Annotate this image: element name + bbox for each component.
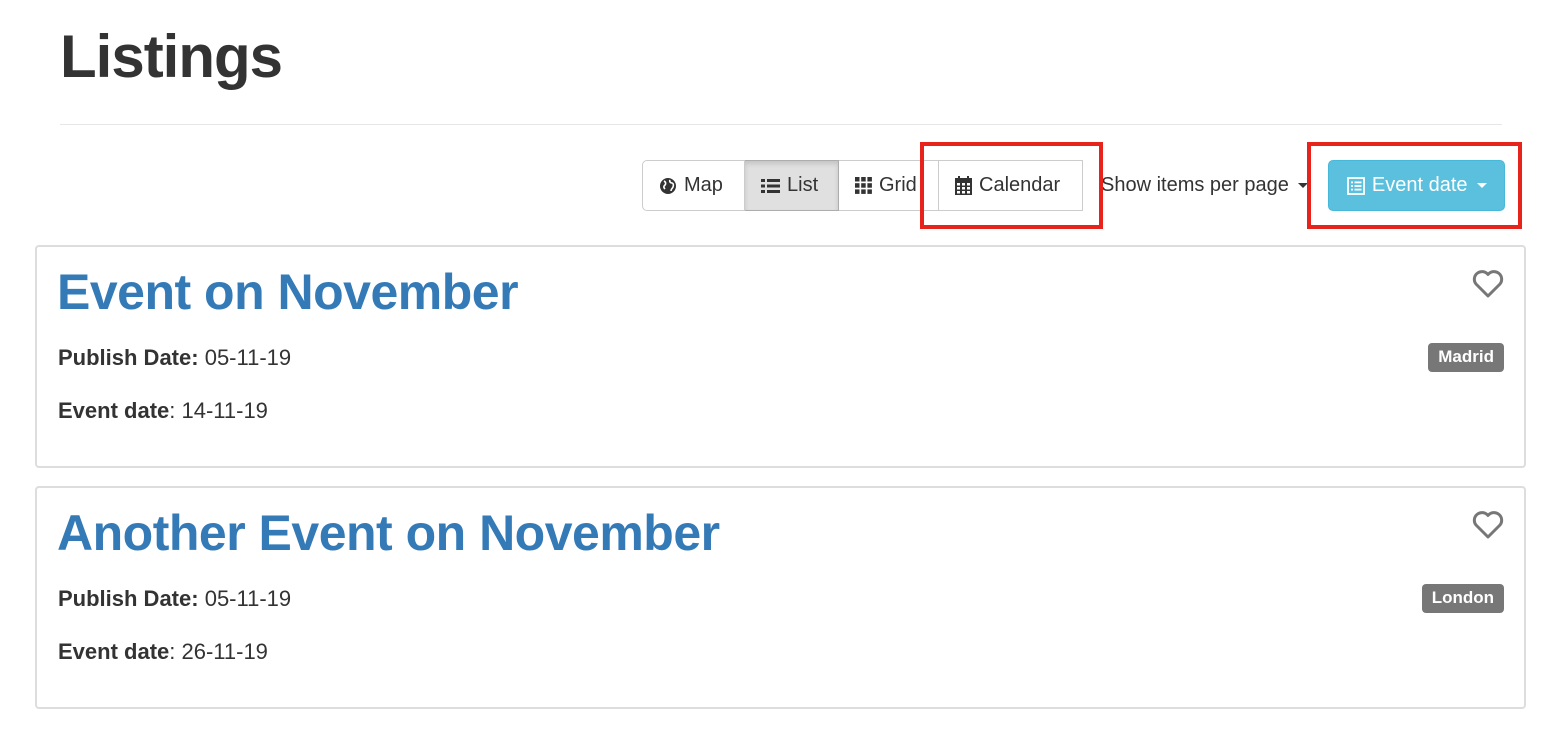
publish-date-value: 05-11-19 bbox=[204, 345, 292, 370]
list-icon bbox=[761, 178, 780, 194]
publish-date: Publish Date: 05-11-19 bbox=[58, 586, 291, 612]
view-toolbar: Map List Grid Calendar Show items per pa… bbox=[642, 160, 1505, 211]
list-view-label: List bbox=[787, 174, 819, 196]
calendar-icon bbox=[955, 176, 972, 195]
sort-by-label: Event date bbox=[1371, 174, 1468, 196]
map-view-button[interactable]: Map bbox=[642, 160, 745, 211]
publish-date-label: Publish Date: bbox=[58, 586, 199, 611]
title-divider bbox=[60, 124, 1502, 125]
grid-view-label: Grid bbox=[879, 174, 917, 196]
items-per-page-label: Show items per page bbox=[1101, 174, 1289, 196]
location-badge: Madrid bbox=[1428, 343, 1504, 372]
items-per-page-dropdown[interactable]: Show items per page bbox=[1083, 160, 1328, 211]
calendar-view-label: Calendar bbox=[979, 174, 1061, 196]
event-date: Event date: 14-11-19 bbox=[58, 398, 268, 424]
calendar-view-button[interactable]: Calendar bbox=[939, 160, 1083, 211]
page-title: Listings bbox=[60, 23, 283, 90]
listing-title-link[interactable]: Event on November bbox=[57, 265, 519, 320]
globe-icon bbox=[659, 177, 677, 195]
event-date-value: : 26-11-19 bbox=[169, 639, 268, 664]
map-view-label: Map bbox=[684, 174, 723, 196]
heart-outline-icon[interactable] bbox=[1472, 510, 1504, 544]
listing-card: Event on November Publish Date: 05-11-19… bbox=[35, 245, 1526, 468]
grid-view-button[interactable]: Grid bbox=[839, 160, 939, 211]
event-date-label: Event date bbox=[58, 398, 170, 423]
publish-date-value: 05-11-19 bbox=[204, 586, 292, 611]
heart-outline-icon[interactable] bbox=[1472, 269, 1504, 303]
event-date-value: : 14-11-19 bbox=[169, 398, 268, 423]
listing-card: Another Event on November Publish Date: … bbox=[35, 486, 1526, 709]
location-badge: London bbox=[1421, 584, 1504, 613]
event-date: Event date: 26-11-19 bbox=[58, 639, 268, 665]
grid-icon bbox=[855, 177, 872, 194]
sort-by-dropdown[interactable]: Event date bbox=[1327, 160, 1505, 211]
event-date-label: Event date bbox=[58, 639, 170, 664]
chevron-down-icon bbox=[1476, 183, 1487, 188]
publish-date-label: Publish Date: bbox=[58, 345, 199, 370]
chevron-down-icon bbox=[1297, 183, 1308, 188]
publish-date: Publish Date: 05-11-19 bbox=[58, 345, 291, 371]
list-alt-icon bbox=[1346, 176, 1365, 195]
listing-title-link[interactable]: Another Event on November bbox=[57, 506, 720, 561]
list-view-button[interactable]: List bbox=[745, 160, 839, 211]
